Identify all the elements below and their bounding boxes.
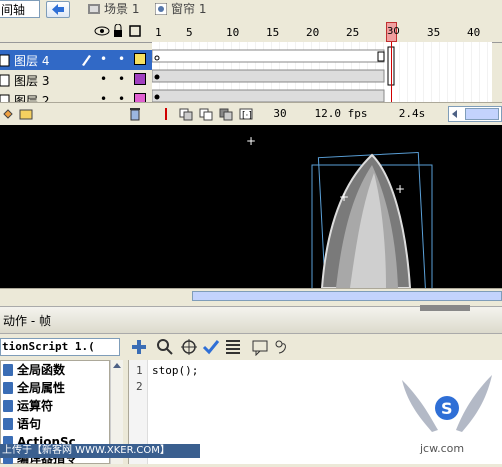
svg-text:+: + [339, 190, 349, 204]
lock-dot[interactable]: • [118, 72, 125, 86]
layer-row[interactable]: 图层 3 • • [0, 70, 152, 90]
layer-row[interactable]: 图层 4 • • [0, 50, 152, 70]
symbol-label: 窗帘 1 [171, 2, 207, 16]
timeline-status-bar: [·] 30 12.0 fps 2.4s [0, 102, 502, 125]
frame-rate: 12.0 fps [314, 107, 368, 120]
toolbox-item[interactable]: 全局函数 [3, 361, 65, 379]
edit-bar: 间轴 场景 1 窗帘 1 [0, 0, 502, 21]
pencil-icon [82, 55, 91, 66]
book-icon [3, 382, 13, 394]
arrow-left-icon [52, 4, 64, 15]
timeline-hscroll[interactable] [448, 106, 502, 122]
current-frame: 30 [273, 107, 287, 120]
frame-cells [151, 42, 492, 103]
lock-dot[interactable]: • [118, 92, 125, 102]
svg-text:jcw.com: jcw.com [419, 442, 464, 455]
curtain-artwork: + + + [246, 134, 433, 299]
scroll-thumb[interactable] [192, 291, 502, 301]
scroll-thumb[interactable] [465, 108, 499, 120]
scene-label: 场景 1 [104, 2, 140, 16]
tick-label: 35 [427, 26, 441, 39]
back-button[interactable] [46, 1, 70, 18]
onion-skin-icons[interactable]: [·] [160, 106, 260, 122]
layer-controls-icons [94, 24, 141, 37]
scene-icon [88, 2, 100, 14]
script-toolbar [128, 336, 502, 358]
symbol-breadcrumb[interactable]: 窗帘 1 [154, 0, 207, 18]
svg-text:S: S [441, 399, 453, 418]
tick-label: 25 [346, 26, 360, 39]
add-statement-icon[interactable] [130, 338, 148, 356]
scene-breadcrumb[interactable]: 场景 1 [88, 0, 139, 18]
toolbox-item[interactable]: 运算符 [3, 397, 53, 415]
layer-row[interactable]: 图层 2 • • [0, 90, 152, 102]
scroll-left-icon[interactable] [449, 107, 461, 121]
layer-icon [0, 74, 10, 87]
outline-color-swatch[interactable] [134, 73, 146, 85]
movieclip-icon [154, 2, 168, 16]
layer-icon [0, 54, 10, 67]
tick-label: 1 [155, 26, 162, 39]
toolbox-item[interactable]: 全局属性 [3, 379, 65, 397]
panel-title: 动作 - 帧 [3, 314, 51, 328]
layer-name: 图层 3 [14, 74, 50, 88]
code-hint-icon[interactable] [252, 338, 270, 356]
timeline-tab[interactable]: 间轴 [0, 0, 40, 18]
find-icon[interactable] [156, 338, 174, 356]
target-path-icon[interactable] [180, 338, 198, 356]
line-number: 2 [136, 380, 143, 393]
stage[interactable]: + + + [0, 125, 502, 299]
book-icon [3, 418, 13, 430]
line-number: 1 [136, 364, 143, 377]
scroll-up-icon[interactable] [111, 360, 123, 372]
check-syntax-icon[interactable] [202, 338, 220, 356]
site-logo-watermark: S jcw.com [402, 375, 492, 455]
book-icon [3, 364, 13, 376]
upload-watermark: 上传于【新客网 WWW.XKER.COM】 [0, 444, 200, 458]
actionscript-version-select[interactable]: tionScript 1.( [0, 338, 120, 356]
visibility-dot[interactable]: • [100, 72, 107, 86]
playhead[interactable]: 30 [386, 20, 400, 102]
lock-dot[interactable]: • [118, 52, 125, 66]
elapsed-time: 2.4s [398, 107, 426, 120]
stage-hscroll[interactable] [0, 288, 502, 303]
visibility-dot[interactable]: • [100, 52, 107, 66]
actions-panel-header[interactable]: 动作 - 帧 [0, 305, 502, 334]
tick-label: 20 [306, 26, 320, 39]
layer-icon [0, 94, 10, 102]
debug-options-icon[interactable] [274, 338, 292, 356]
tick-label: 5 [186, 26, 193, 39]
trash-icon[interactable] [128, 107, 142, 121]
code-line[interactable]: stop(); [152, 364, 198, 377]
playhead-label: 30 [386, 22, 400, 42]
outline-color-swatch[interactable] [134, 53, 146, 65]
tick-label: 40 [467, 26, 481, 39]
frames-grid[interactable] [151, 42, 492, 103]
tick-label: 15 [266, 26, 280, 39]
toolbox-item[interactable]: 语句 [3, 415, 41, 433]
visibility-dot[interactable]: • [100, 92, 107, 102]
outline-color-swatch[interactable] [134, 93, 146, 102]
panel-collapse-handle[interactable] [420, 305, 470, 311]
playhead-line [391, 42, 392, 102]
layer-name: 图层 4 [14, 54, 50, 68]
svg-text:+: + [395, 182, 405, 196]
frame-ruler[interactable]: 1 5 10 15 20 25 35 40 [0, 20, 502, 43]
tick-label: 10 [226, 26, 240, 39]
book-icon [3, 400, 13, 412]
svg-text:[·]: [·] [242, 111, 252, 121]
svg-text:+: + [246, 134, 256, 148]
layer-name: 图层 2 [14, 94, 50, 102]
add-layer-icons[interactable] [2, 107, 36, 121]
auto-format-icon[interactable] [224, 338, 242, 356]
